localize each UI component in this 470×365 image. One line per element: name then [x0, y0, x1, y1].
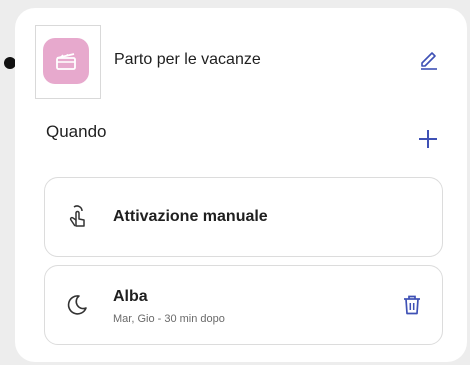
section-label: Quando: [46, 122, 107, 141]
routine-title: Parto per le vacanze: [114, 51, 261, 68]
plus-icon: [419, 130, 437, 148]
add-condition-button[interactable]: [412, 123, 444, 155]
trigger-subtitle: Mar, Gio - 30 min dopo: [113, 313, 225, 325]
clapperboard-icon[interactable]: [43, 38, 89, 84]
edit-button[interactable]: [414, 44, 444, 74]
trigger-manual[interactable]: Attivazione manuale: [44, 177, 443, 257]
trigger-title: Attivazione manuale: [113, 208, 268, 225]
pencil-icon: [421, 52, 437, 70]
delete-button[interactable]: [397, 290, 427, 320]
moon-icon: [63, 291, 91, 319]
trash-icon: [404, 295, 420, 315]
tap-hand-icon: [63, 203, 91, 231]
trigger-alba[interactable]: Alba Mar, Gio - 30 min dopo: [44, 265, 443, 345]
trigger-title: Alba: [113, 288, 148, 305]
